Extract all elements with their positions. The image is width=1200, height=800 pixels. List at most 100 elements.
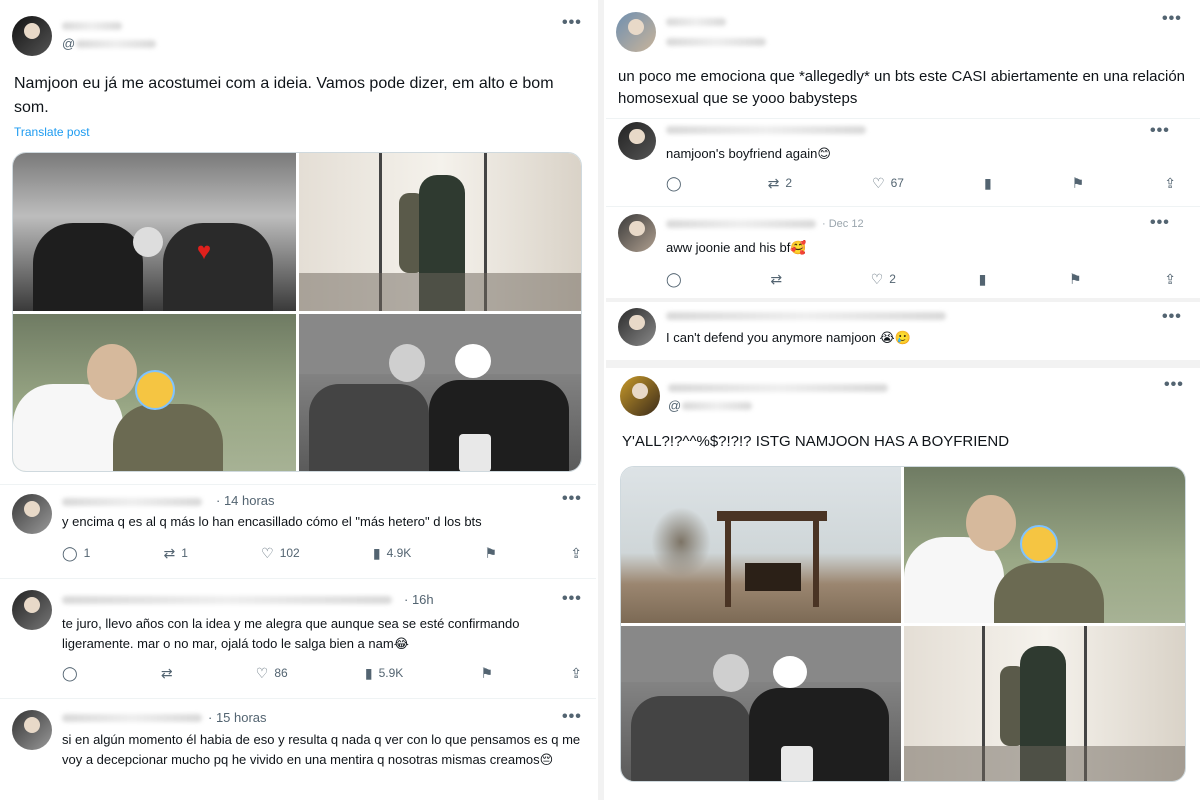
views-button[interactable]: ▮ bbox=[984, 176, 992, 190]
photo-3[interactable] bbox=[13, 314, 296, 471]
post-text: Y'ALL?!?^^%$?!?!? ISTG NAMJOON HAS A BOY… bbox=[622, 433, 1010, 450]
repost-button[interactable]: ⇄ bbox=[770, 272, 788, 286]
avatar[interactable] bbox=[12, 16, 52, 56]
repost-icon: ⇄ bbox=[163, 545, 176, 561]
reply-button[interactable]: ◯ 1 bbox=[62, 546, 90, 560]
views-button[interactable]: ▮ 4.9K bbox=[373, 546, 411, 560]
more-icon[interactable]: ••• bbox=[562, 14, 582, 32]
like-button[interactable]: ♡ 2 bbox=[871, 272, 896, 286]
post-media-grid[interactable] bbox=[620, 466, 1186, 782]
reply-text: te juro, llevo años con la idea y me ale… bbox=[62, 616, 520, 651]
share-button[interactable]: ⇪ bbox=[1164, 272, 1176, 286]
repost-button[interactable]: ⇄ 1 bbox=[164, 546, 188, 560]
photo-4[interactable] bbox=[904, 626, 1185, 781]
reply-text: I can't defend you anymore namjoon 😭🥲 bbox=[666, 330, 911, 345]
reply-icon: ◯ bbox=[62, 665, 78, 681]
avatar[interactable] bbox=[618, 122, 656, 160]
share-button[interactable]: ⇪ bbox=[570, 666, 582, 680]
bookmark-button[interactable]: ⚑ bbox=[1072, 176, 1085, 190]
photo-1[interactable] bbox=[621, 467, 901, 623]
username-blurred bbox=[62, 714, 202, 722]
photo-3[interactable] bbox=[621, 626, 901, 781]
bookmark-button[interactable]: ⚑ bbox=[480, 666, 493, 680]
views-button[interactable]: ▮ bbox=[979, 272, 987, 286]
like-button[interactable]: ♡ 102 bbox=[261, 546, 300, 560]
username-blurred bbox=[666, 126, 866, 134]
like-button[interactable]: ♡ 86 bbox=[256, 666, 288, 680]
translate-link[interactable]: Translate post bbox=[14, 125, 90, 139]
username[interactable]: @ bbox=[668, 398, 681, 413]
heart-face-sticker-icon: ♥ bbox=[196, 238, 212, 265]
left-thread: @ ••• Namjoon eu já me acostumei com a i… bbox=[0, 0, 596, 800]
share-icon: ⇪ bbox=[570, 665, 582, 681]
action-bar: ◯ ⇄ ♡ 2 ▮ ⚑ ⇪ bbox=[666, 272, 1176, 286]
username-blurred bbox=[62, 498, 202, 506]
photo-1[interactable]: ♥ bbox=[13, 153, 296, 311]
reply-text: aww joonie and his bf🥰 bbox=[666, 240, 807, 255]
bookmark-button[interactable]: ⚑ bbox=[1069, 272, 1082, 286]
reply-button[interactable]: ◯ bbox=[666, 272, 688, 286]
reply-icon: ◯ bbox=[666, 271, 682, 287]
share-icon: ⇪ bbox=[570, 545, 582, 561]
username-blurred bbox=[666, 220, 816, 228]
reply-button[interactable]: ◯ bbox=[62, 666, 84, 680]
column-divider bbox=[598, 0, 604, 800]
post-media-grid[interactable]: ♥ bbox=[12, 152, 582, 472]
views-icon: ▮ bbox=[372, 545, 381, 561]
avatar[interactable] bbox=[12, 710, 52, 750]
reply-text: y encima q es al q más lo han encasillad… bbox=[62, 514, 482, 529]
avatar[interactable] bbox=[616, 12, 656, 52]
post-time: · 14 horas bbox=[216, 493, 275, 508]
avatar[interactable] bbox=[618, 308, 656, 346]
repost-button[interactable]: ⇄ 2 bbox=[768, 176, 792, 190]
username-blurred bbox=[62, 596, 392, 604]
repost-icon: ⇄ bbox=[770, 271, 783, 287]
photo-2[interactable] bbox=[299, 153, 581, 311]
more-icon[interactable]: ••• bbox=[562, 490, 582, 508]
more-icon[interactable]: ••• bbox=[1162, 10, 1182, 28]
username-blurred bbox=[666, 38, 766, 46]
avatar[interactable] bbox=[618, 214, 656, 252]
action-bar: ◯ ⇄ ♡ 86 ▮ 5.9K ⚑ ⇪ bbox=[62, 666, 582, 680]
smiley-sticker-icon bbox=[1020, 525, 1058, 563]
reply-button[interactable]: ◯ bbox=[666, 176, 688, 190]
reply-text: namjoon's boyfriend again😊 bbox=[666, 146, 831, 161]
action-bar: ◯ 1 ⇄ 1 ♡ 102 ▮ 4.9K ⚑ ⇪ bbox=[62, 546, 582, 560]
action-bar: ◯ ⇄ 2 ♡ 67 ▮ ⚑ ⇪ bbox=[666, 176, 1176, 190]
share-icon: ⇪ bbox=[1164, 271, 1176, 287]
bookmark-button[interactable]: ⚑ bbox=[484, 546, 497, 560]
speech-bubble-sticker-icon bbox=[455, 344, 491, 378]
like-button[interactable]: ♡ 67 bbox=[872, 176, 904, 190]
share-icon: ⇪ bbox=[1164, 175, 1176, 191]
views-button[interactable]: ▮ 5.9K bbox=[365, 666, 403, 680]
more-icon[interactable]: ••• bbox=[1162, 308, 1182, 326]
more-icon[interactable]: ••• bbox=[562, 590, 582, 608]
photo-2[interactable] bbox=[904, 467, 1185, 623]
more-icon[interactable]: ••• bbox=[1164, 376, 1184, 394]
heart-icon: ♡ bbox=[872, 175, 885, 191]
repost-icon: ⇄ bbox=[767, 175, 780, 191]
avatar[interactable] bbox=[620, 376, 660, 416]
reply-icon: ◯ bbox=[666, 175, 682, 191]
reply-text: si en algún momento él habia de eso y re… bbox=[62, 732, 581, 767]
share-button[interactable]: ⇪ bbox=[1164, 176, 1176, 190]
post-text: Namjoon eu já me acostumei com a ideia. … bbox=[14, 75, 554, 116]
heart-icon: ♡ bbox=[261, 545, 274, 561]
right-thread: ••• un poco me emociona que *allegedly* … bbox=[606, 0, 1200, 800]
display-name-blurred bbox=[668, 384, 888, 392]
avatar[interactable] bbox=[12, 494, 52, 534]
reply-icon: ◯ bbox=[62, 545, 78, 561]
share-button[interactable]: ⇪ bbox=[570, 546, 582, 560]
views-icon: ▮ bbox=[364, 665, 373, 681]
avatar[interactable] bbox=[12, 590, 52, 630]
repost-button[interactable]: ⇄ bbox=[161, 666, 179, 680]
display-name-blurred[interactable] bbox=[62, 22, 122, 30]
heart-icon: ♡ bbox=[255, 665, 269, 681]
more-icon[interactable]: ••• bbox=[1150, 122, 1170, 140]
repost-icon: ⇄ bbox=[160, 665, 173, 681]
smiley-sticker-icon bbox=[135, 370, 175, 410]
more-icon[interactable]: ••• bbox=[562, 708, 582, 726]
photo-4[interactable] bbox=[299, 314, 581, 471]
more-icon[interactable]: ••• bbox=[1150, 214, 1170, 232]
username[interactable]: @ bbox=[62, 36, 75, 51]
